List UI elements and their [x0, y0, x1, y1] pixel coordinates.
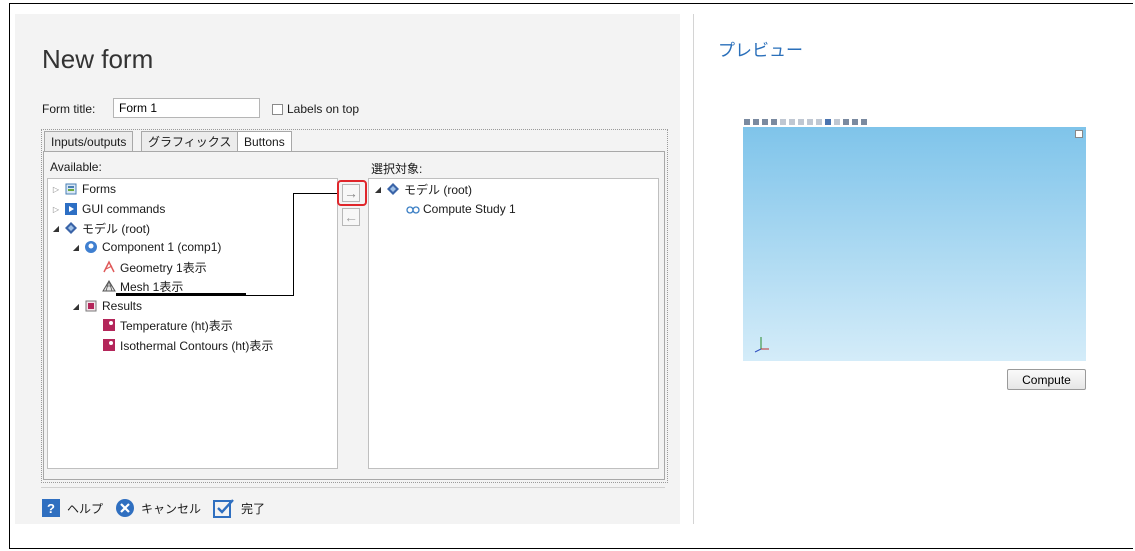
- form-title-input[interactable]: [113, 98, 260, 118]
- plot-icon: [102, 318, 116, 332]
- graphics-toolbar: [744, 118, 944, 126]
- component-icon: [84, 240, 98, 254]
- tree-item-label: Results: [102, 299, 143, 313]
- arrow-left-icon: ←: [344, 209, 358, 225]
- done-button[interactable]: 完了: [213, 498, 265, 518]
- selected-item-model-root[interactable]: ◢ モデル (root): [374, 180, 472, 198]
- form-title-label: Form title:: [42, 102, 96, 116]
- expand-icon[interactable]: ▷: [52, 205, 60, 214]
- study-icon: [405, 202, 420, 216]
- selected-label: 選択対象:: [371, 162, 423, 176]
- camera-icon[interactable]: [843, 119, 849, 125]
- done-label: 完了: [241, 501, 266, 516]
- selected-tree[interactable]: [368, 178, 659, 469]
- axes-icon: [754, 337, 769, 353]
- zoom-out-icon[interactable]: [753, 119, 759, 125]
- zoom-extents-icon[interactable]: [771, 119, 777, 125]
- selected-item-compute-study[interactable]: Compute Study 1: [405, 200, 516, 218]
- tree-item-label: Compute Study 1: [423, 202, 516, 216]
- tab-buttons[interactable]: Buttons: [237, 131, 292, 152]
- labels-on-top-label: Labels on top: [287, 102, 360, 116]
- page-title: New form: [42, 44, 154, 74]
- compute-button[interactable]: Compute: [1007, 369, 1086, 390]
- connector-line: [246, 295, 294, 296]
- tree-item-gui-commands[interactable]: ▷ GUI commands: [52, 200, 165, 218]
- tree-item-label: モデル (root): [404, 182, 473, 197]
- panel-divider: [693, 14, 694, 524]
- mesh-underline-annotation: [116, 293, 246, 296]
- plot-icon: [102, 338, 116, 352]
- grid-icon[interactable]: [825, 119, 831, 125]
- mesh-icon: [102, 279, 116, 293]
- cancel-icon: [115, 498, 135, 518]
- checkbox-box[interactable]: [272, 103, 283, 115]
- help-icon: ?: [41, 498, 61, 518]
- bottom-separator: [41, 487, 665, 488]
- tree-item-isothermal[interactable]: Isothermal Contours (ht)表示: [102, 336, 273, 354]
- svg-text:?: ?: [47, 501, 55, 516]
- model-icon: [386, 182, 400, 196]
- view-icon[interactable]: [807, 119, 813, 125]
- collapse-icon[interactable]: ◢: [52, 224, 60, 233]
- cancel-button[interactable]: キャンセル: [115, 498, 201, 518]
- tree-item-label: GUI commands: [82, 202, 166, 216]
- collapse-icon[interactable]: ◢: [72, 302, 80, 311]
- zoom-in-icon[interactable]: [744, 119, 750, 125]
- tree-item-label: Isothermal Contours (ht)表示: [120, 338, 274, 353]
- view-icon[interactable]: [789, 119, 795, 125]
- help-button[interactable]: ? ヘルプ: [41, 498, 103, 518]
- connector-line: [293, 193, 294, 296]
- available-label: Available:: [50, 160, 102, 174]
- zoom-box-icon[interactable]: [762, 119, 768, 125]
- tree-item-label: Geometry 1表示: [120, 260, 207, 275]
- bottom-toolbar: ? ヘルプ キャンセル 完了: [41, 498, 273, 518]
- collapse-icon[interactable]: ◢: [374, 185, 382, 194]
- connector-line: [293, 193, 337, 194]
- tree-item-label: モデル (root): [82, 221, 151, 236]
- tree-item-results[interactable]: ◢ Results: [72, 297, 142, 315]
- labels-on-top-checkbox[interactable]: Labels on top: [272, 102, 359, 116]
- tree-item-label: Component 1 (comp1): [102, 240, 222, 254]
- tab-inputs-outputs[interactable]: Inputs/outputs: [44, 131, 134, 151]
- expand-icon[interactable]: ▷: [52, 185, 60, 194]
- tree-item-label: Temperature (ht)表示: [120, 318, 233, 333]
- view-icon[interactable]: [780, 119, 786, 125]
- move-left-button[interactable]: ←: [342, 208, 360, 226]
- graphics-canvas[interactable]: [743, 127, 1086, 361]
- cancel-label: キャンセル: [141, 501, 202, 516]
- view-icon[interactable]: [816, 119, 822, 125]
- tree-item-component[interactable]: ◢ Component 1 (comp1): [72, 238, 221, 256]
- tree-item-temperature[interactable]: Temperature (ht)表示: [102, 316, 233, 334]
- results-icon: [84, 299, 98, 313]
- maximize-icon[interactable]: [1075, 130, 1083, 138]
- tab-graphics[interactable]: グラフィックス: [141, 131, 239, 151]
- view-icon[interactable]: [834, 119, 840, 125]
- model-icon: [64, 221, 78, 235]
- geometry-icon: [102, 260, 116, 274]
- image-icon[interactable]: [861, 119, 867, 125]
- tree-item-model-root[interactable]: ◢ モデル (root): [52, 219, 150, 237]
- help-label: ヘルプ: [67, 501, 104, 516]
- tree-item-label: Forms: [82, 182, 116, 196]
- view-icon[interactable]: [798, 119, 804, 125]
- tree-item-geometry[interactable]: Geometry 1表示: [102, 258, 207, 276]
- checkmark-icon: [213, 498, 235, 518]
- highlight-annotation: [337, 180, 367, 206]
- tree-item-label: Mesh 1表示: [120, 279, 184, 294]
- collapse-icon[interactable]: ◢: [72, 243, 80, 252]
- print-icon[interactable]: [852, 119, 858, 125]
- tree-item-forms[interactable]: ▷ Forms: [52, 180, 116, 198]
- forms-icon: [64, 182, 78, 196]
- preview-title: プレビュー: [718, 41, 803, 60]
- play-icon: [64, 202, 78, 216]
